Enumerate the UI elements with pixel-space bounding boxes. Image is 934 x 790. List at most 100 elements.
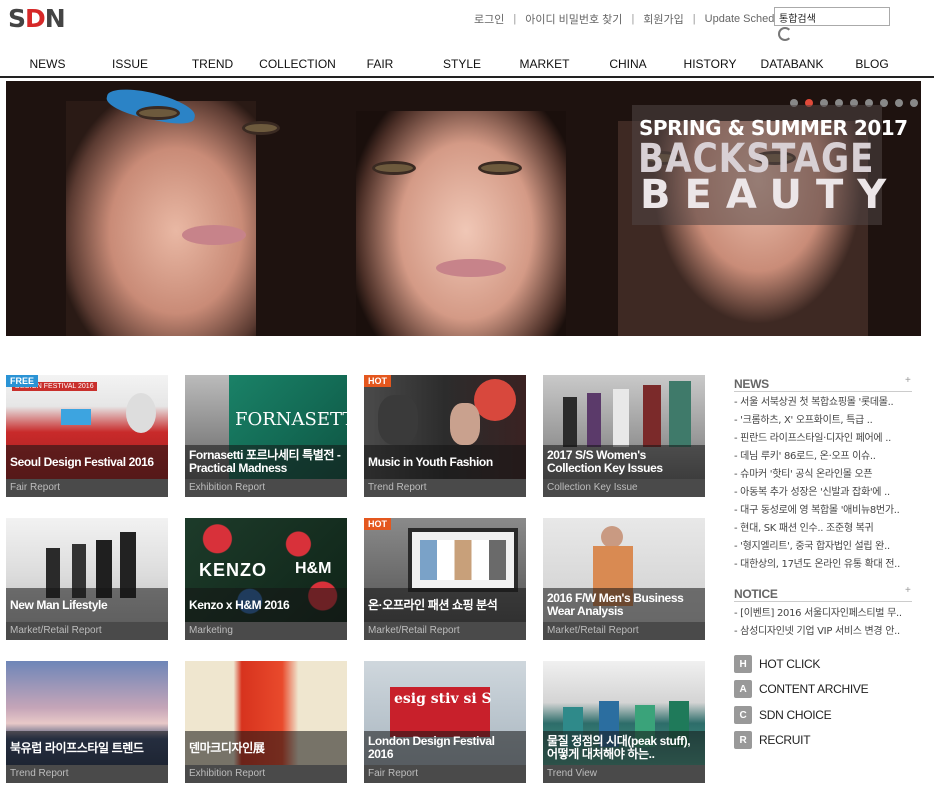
nav-databank[interactable]: DATABANK	[754, 52, 830, 76]
main-nav: NEWS ISSUE TREND COLLECTION FAIR STYLE M…	[0, 52, 934, 76]
signup-link[interactable]: 회원가입	[643, 11, 683, 27]
card-title: 2016 F/W Men's Business Wear Analysis	[543, 588, 705, 622]
news-item[interactable]: - 핀란드 라이프스타일·디자인 페어에 ..	[734, 430, 914, 448]
divider: |	[692, 13, 696, 25]
card-fornasetti[interactable]: FORNASETTI Fornasetti 포르나세티 특별전 - Practi…	[185, 375, 347, 497]
sdn-choice-icon: C	[734, 706, 752, 724]
notice-item[interactable]: - [이벤트] 2016 서울디자인페스티벌 무..	[734, 605, 914, 623]
notice-heading: NOTICE	[734, 587, 778, 601]
card-title: London Design Festival 2016	[364, 731, 526, 765]
hero-title-line3: BEAUTY	[640, 172, 901, 218]
logo-letter-d: D	[25, 4, 46, 33]
news-list: - 서울 서북상권 첫 복합쇼핑몰 '롯데몰.. - '크롬하츠, X' 오프화…	[734, 394, 914, 574]
card-category: Market/Retail Report	[6, 622, 168, 640]
divider	[734, 391, 912, 392]
card-title: Seoul Design Festival 2016	[6, 445, 168, 479]
news-more-icon[interactable]: +	[905, 375, 911, 386]
card-category: Exhibition Report	[185, 765, 347, 783]
quick-link-label: SDN CHOICE	[759, 708, 832, 722]
card-category: Fair Report	[364, 765, 526, 783]
card-title: 2017 S/S Women's Collection Key Issues	[543, 445, 705, 479]
divider	[734, 601, 912, 602]
nav-china[interactable]: CHINA	[590, 52, 666, 76]
search-input[interactable]: 통합검색	[774, 7, 890, 26]
quick-link-label: RECRUIT	[759, 733, 811, 747]
divider: |	[513, 13, 517, 25]
nav-issue[interactable]: ISSUE	[95, 52, 165, 76]
notice-item[interactable]: - 삼성디자인넷 기업 VIP 서비스 변경 안..	[734, 623, 914, 641]
card-category: Collection Key Issue	[543, 479, 705, 497]
thumbnail-text: esig stiv si S	[394, 691, 492, 707]
card-category: Fair Report	[6, 479, 168, 497]
card-title: Music in Youth Fashion	[364, 445, 526, 479]
hot-click-icon: H	[734, 655, 752, 673]
nav-trend[interactable]: TREND	[165, 52, 260, 76]
recruit-icon: R	[734, 731, 752, 749]
card-title: 덴마크디자인展	[185, 731, 347, 765]
card-title: New Man Lifestyle	[6, 588, 168, 622]
free-badge: FREE	[6, 375, 39, 387]
news-item[interactable]: - '형지엘리트', 중국 합자법인 설립 완..	[734, 538, 914, 556]
logo-letter-n: N	[44, 4, 66, 33]
card-ss-womens-collection[interactable]: 2017 S/S Women's Collection Key Issues C…	[543, 375, 705, 497]
hot-badge: HOT	[364, 518, 391, 530]
card-new-man-lifestyle[interactable]: New Man Lifestyle Market/Retail Report	[6, 518, 168, 640]
card-nordic-lifestyle[interactable]: 북유럽 라이프스타일 트렌드 Trend Report	[6, 661, 168, 783]
news-heading: NEWS	[734, 377, 769, 391]
card-london-design-festival[interactable]: esig stiv si S London Design Festival 20…	[364, 661, 526, 783]
recruit-link[interactable]: R RECRUIT	[734, 731, 811, 749]
card-music-in-youth-fashion[interactable]: HOT Music in Youth Fashion Trend Report	[364, 375, 526, 497]
card-category: Trend Report	[6, 765, 168, 783]
card-kenzo-hm[interactable]: KENZO H&M Kenzo x H&M 2016 Marketing	[185, 518, 347, 640]
card-category: Market/Retail Report	[543, 622, 705, 640]
card-peak-stuff[interactable]: 물질 정점의 시대(peak stuff), 어떻게 대처해야 하는.. Tre…	[543, 661, 705, 783]
card-title: Kenzo x H&M 2016	[185, 588, 347, 622]
site-logo[interactable]: SDN	[8, 4, 66, 33]
find-id-password-link[interactable]: 아이디 비밀번호 찾기	[525, 11, 622, 27]
content-archive-link[interactable]: A CONTENT ARCHIVE	[734, 680, 869, 698]
card-category: Trend View	[543, 765, 705, 783]
hero-model-2	[306, 81, 626, 336]
search-icon[interactable]	[778, 27, 792, 41]
thumbnail-text: FORNASETTI	[235, 409, 347, 430]
hot-badge: HOT	[364, 375, 391, 387]
top-links: 로그인 | 아이디 비밀번호 찾기 | 회원가입 | Update Schedu…	[474, 11, 789, 27]
nav-market[interactable]: MARKET	[499, 52, 590, 76]
notice-more-icon[interactable]: +	[905, 585, 911, 596]
card-category: Market/Retail Report	[364, 622, 526, 640]
sdn-choice-link[interactable]: C SDN CHOICE	[734, 706, 832, 724]
quick-link-label: HOT CLICK	[759, 657, 821, 671]
nav-style[interactable]: STYLE	[425, 52, 499, 76]
card-danish-design[interactable]: 덴마크디자인展 Exhibition Report	[185, 661, 347, 783]
nav-news[interactable]: NEWS	[0, 52, 95, 76]
news-item[interactable]: - 현대, SK 패션 인수.. 조준형 복귀	[734, 520, 914, 538]
news-item[interactable]: - 데님 루키' 86로드, 온·오프 이슈..	[734, 448, 914, 466]
card-online-offline-shopping[interactable]: HOT 온·오프라인 패션 쇼핑 분석 Market/Retail Report	[364, 518, 526, 640]
news-item[interactable]: - 대한상의, 17년도 온라인 유통 확대 전..	[734, 556, 914, 574]
card-fw-mens-business-wear[interactable]: 2016 F/W Men's Business Wear Analysis Ma…	[543, 518, 705, 640]
card-category: Marketing	[185, 622, 347, 640]
card-category: Trend Report	[364, 479, 526, 497]
nav-blog[interactable]: BLOG	[830, 52, 914, 76]
hot-click-link[interactable]: H HOT CLICK	[734, 655, 820, 673]
hero-slide-dot[interactable]	[910, 99, 918, 107]
login-link[interactable]: 로그인	[474, 11, 504, 27]
card-seoul-design-festival[interactable]: DESIGN FESTIVAL 2016 FREE Seoul Design F…	[6, 375, 168, 497]
nav-collection[interactable]: COLLECTION	[259, 52, 336, 76]
hero-slide-dot[interactable]	[895, 99, 903, 107]
nav-history[interactable]: HISTORY	[666, 52, 754, 76]
news-item[interactable]: - '크롬하츠, X' 오프화이트, 특급 ..	[734, 412, 914, 430]
card-category: Exhibition Report	[185, 479, 347, 497]
notice-list: - [이벤트] 2016 서울디자인페스티벌 무.. - 삼성디자인넷 기업 V…	[734, 605, 914, 641]
card-title: 온·오프라인 패션 쇼핑 분석	[364, 588, 526, 622]
news-item[interactable]: - 대구 동성로에 영 복합몰 '애비뉴8번가..	[734, 502, 914, 520]
news-item[interactable]: - 슈마커 '핫티' 공식 온라인몰 오픈	[734, 466, 914, 484]
nav-fair[interactable]: FAIR	[335, 52, 425, 76]
divider: |	[631, 13, 635, 25]
hero-model-1	[6, 81, 316, 336]
nav-underline	[0, 76, 934, 78]
news-item[interactable]: - 서울 서북상권 첫 복합쇼핑몰 '롯데몰..	[734, 394, 914, 412]
logo-letter-s: S	[8, 4, 26, 33]
card-title: Fornasetti 포르나세티 특별전 - Practical Madness	[185, 445, 347, 479]
news-item[interactable]: - 아동복 추가 성장은 '신발과 잡화'에 ..	[734, 484, 914, 502]
